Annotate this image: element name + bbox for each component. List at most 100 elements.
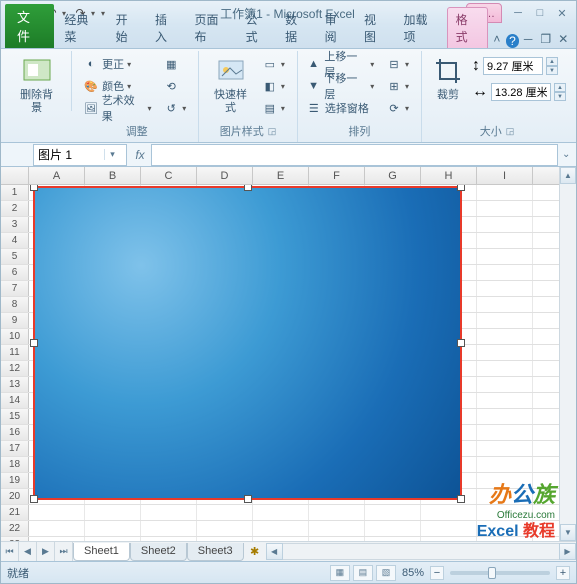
- picture-effects-button[interactable]: ◧▾: [260, 75, 291, 97]
- cell[interactable]: [365, 505, 421, 520]
- cell[interactable]: [477, 361, 533, 376]
- height-down-icon[interactable]: ▼: [546, 66, 558, 75]
- zoom-level[interactable]: 85%: [402, 567, 424, 579]
- resize-handle-tm[interactable]: [244, 185, 252, 191]
- doc-restore-icon[interactable]: ❐: [537, 30, 555, 48]
- cell[interactable]: [141, 537, 197, 541]
- doc-close-icon[interactable]: ✕: [555, 30, 573, 48]
- cell[interactable]: [85, 521, 141, 536]
- tab-page-layout[interactable]: 页面布: [186, 8, 237, 48]
- cell[interactable]: [477, 489, 533, 504]
- cell[interactable]: [477, 537, 533, 541]
- row-header[interactable]: 21: [1, 505, 29, 520]
- tab-format[interactable]: 格式: [447, 7, 488, 48]
- cell[interactable]: [477, 297, 533, 312]
- resize-handle-br[interactable]: [457, 495, 465, 503]
- vertical-scrollbar[interactable]: ▲ ▼: [559, 167, 576, 541]
- zoom-slider[interactable]: [450, 571, 550, 575]
- row-header[interactable]: 8: [1, 297, 29, 312]
- cell[interactable]: [477, 265, 533, 280]
- cell[interactable]: [253, 537, 309, 541]
- width-spinner[interactable]: ↔ ▲▼: [472, 83, 566, 101]
- col-header[interactable]: C: [141, 167, 197, 184]
- formula-expand-icon[interactable]: ⌄: [562, 149, 576, 160]
- sheet-nav-prev-icon[interactable]: ◀: [19, 542, 37, 561]
- col-header[interactable]: A: [29, 167, 85, 184]
- cell[interactable]: [477, 425, 533, 440]
- horizontal-scrollbar[interactable]: ◀ ▶: [266, 542, 576, 561]
- row-header[interactable]: 20: [1, 489, 29, 504]
- cell[interactable]: [477, 521, 533, 536]
- row-header[interactable]: 12: [1, 361, 29, 376]
- quick-styles-button[interactable]: 快速样式: [205, 53, 256, 117]
- sheet-nav-first-icon[interactable]: ⏮: [1, 542, 19, 561]
- height-input[interactable]: [483, 57, 543, 75]
- help-icon[interactable]: ?: [506, 34, 520, 48]
- width-down-icon[interactable]: ▼: [554, 92, 566, 101]
- resize-handle-mr[interactable]: [457, 339, 465, 347]
- cell[interactable]: [365, 537, 421, 541]
- row-header[interactable]: 13: [1, 377, 29, 392]
- select-all-corner[interactable]: [1, 167, 29, 184]
- scroll-right-icon[interactable]: ▶: [559, 543, 576, 560]
- zoom-thumb[interactable]: [488, 567, 496, 579]
- cell[interactable]: [141, 521, 197, 536]
- height-spinner[interactable]: ↕ ▲▼: [472, 57, 566, 75]
- resize-handle-bm[interactable]: [244, 495, 252, 503]
- tab-insert[interactable]: 插入: [147, 8, 186, 48]
- cell[interactable]: [29, 505, 85, 520]
- row-header[interactable]: 17: [1, 441, 29, 456]
- vscroll-track[interactable]: [560, 184, 576, 524]
- row-header[interactable]: 4: [1, 233, 29, 248]
- tab-data[interactable]: 数据: [277, 8, 316, 48]
- row-header[interactable]: 19: [1, 473, 29, 488]
- row-header[interactable]: 14: [1, 393, 29, 408]
- col-header[interactable]: F: [309, 167, 365, 184]
- cell[interactable]: [29, 521, 85, 536]
- cell[interactable]: [477, 201, 533, 216]
- tab-formulas[interactable]: 公式: [238, 8, 277, 48]
- zoom-in-button[interactable]: +: [556, 566, 570, 580]
- cell[interactable]: [253, 521, 309, 536]
- corrections-button[interactable]: ◐更正▾: [81, 53, 157, 75]
- change-picture-button[interactable]: ⟲: [161, 75, 192, 97]
- crop-button[interactable]: 裁剪: [428, 53, 468, 104]
- rotate-button[interactable]: ⟳▾: [384, 97, 415, 119]
- cell[interactable]: [477, 377, 533, 392]
- row-header[interactable]: 10: [1, 329, 29, 344]
- row-header[interactable]: 15: [1, 409, 29, 424]
- send-backward-button[interactable]: ▼下移一层▾: [304, 75, 380, 97]
- reset-picture-button[interactable]: ↺▾: [161, 97, 192, 119]
- col-header[interactable]: I: [477, 167, 533, 184]
- doc-minimize-icon[interactable]: ─: [519, 30, 537, 48]
- row-header[interactable]: 5: [1, 249, 29, 264]
- scroll-up-icon[interactable]: ▲: [560, 167, 576, 184]
- row-header[interactable]: 22: [1, 521, 29, 536]
- fx-icon[interactable]: fx: [129, 148, 151, 162]
- group-objects-button[interactable]: ⊞▾: [384, 75, 415, 97]
- maximize-button[interactable]: □: [530, 6, 550, 21]
- cell[interactable]: [309, 521, 365, 536]
- resize-handle-tl[interactable]: [30, 185, 38, 191]
- picture-border-button[interactable]: ▭▾: [260, 53, 291, 75]
- cell[interactable]: [477, 505, 533, 520]
- selection-pane-button[interactable]: ☰选择窗格: [304, 97, 380, 119]
- row-header[interactable]: 16: [1, 425, 29, 440]
- cell[interactable]: [141, 505, 197, 520]
- row-header[interactable]: 2: [1, 201, 29, 216]
- row-header[interactable]: 23: [1, 537, 29, 541]
- cell[interactable]: [477, 329, 533, 344]
- selected-picture[interactable]: [33, 186, 462, 500]
- name-box-input[interactable]: [34, 148, 104, 162]
- minimize-ribbon-icon[interactable]: ˄: [488, 30, 506, 48]
- cell[interactable]: [421, 521, 477, 536]
- resize-handle-ml[interactable]: [30, 339, 38, 347]
- page-break-view-icon[interactable]: ▧: [376, 565, 396, 581]
- scroll-left-icon[interactable]: ◀: [266, 543, 283, 560]
- hscroll-track[interactable]: [283, 543, 559, 560]
- resize-handle-tr[interactable]: [457, 185, 465, 191]
- name-box[interactable]: ▾: [33, 144, 127, 166]
- size-launcher-icon[interactable]: ◲: [506, 126, 515, 137]
- tab-review[interactable]: 审阅: [317, 8, 356, 48]
- cell[interactable]: [309, 537, 365, 541]
